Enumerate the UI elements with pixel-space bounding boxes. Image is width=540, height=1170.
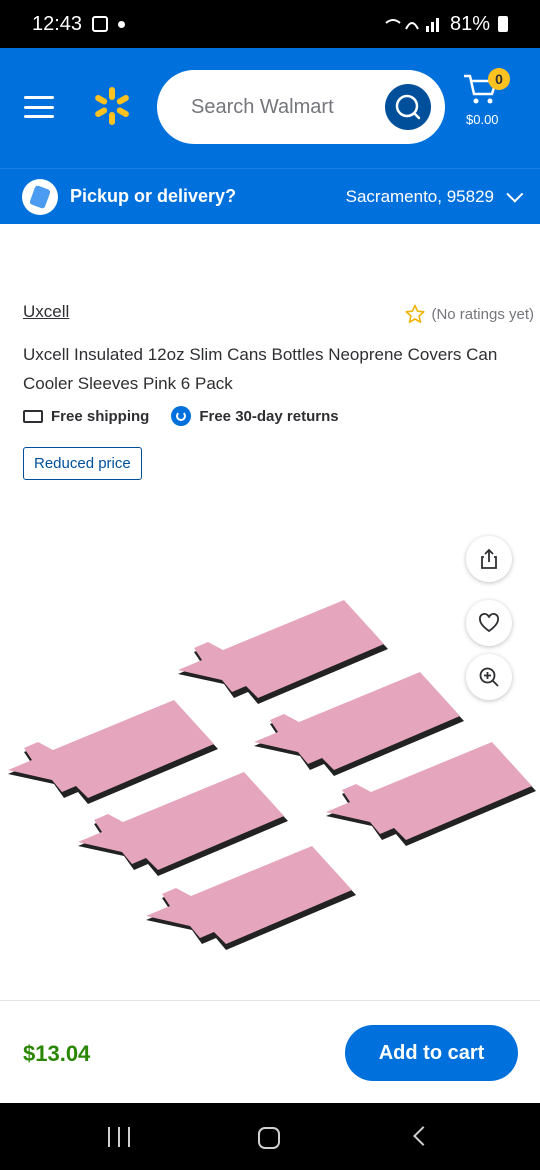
back-icon[interactable] [413,1126,433,1146]
battery-icon [498,16,508,32]
benefits-row: Free shipping Free 30-day returns [23,406,361,426]
search-icon [395,94,421,120]
wifi-signal-icon [385,18,439,32]
cart-button[interactable]: 0 $0.00 [462,68,522,132]
location-text: Sacramento, 95829 [345,186,494,206]
status-bar: 12:43 81% [0,0,540,48]
free-returns[interactable]: Free 30-day returns [171,406,339,426]
search-button[interactable] [385,84,431,130]
app-header: Search Walmart 0 $0.00 [0,48,540,168]
notification-dot-icon [118,20,126,28]
reduced-price-badge: Reduced price [23,447,142,480]
pickup-delivery-bar[interactable]: Pickup or delivery? Sacramento, 95829 [0,168,540,224]
spark-logo-icon[interactable] [92,86,132,126]
rating-text: (No ratings yet) [431,305,534,323]
product-image[interactable] [0,560,540,960]
free-shipping: Free shipping [23,408,149,425]
system-nav-bar [0,1103,540,1170]
search-input[interactable]: Search Walmart [157,70,445,144]
brand-link[interactable]: Uxcell [23,302,69,322]
search-placeholder: Search Walmart [191,96,334,118]
purchase-bar: $13.04 Add to cart [0,1000,540,1103]
cart-count-badge: 0 [488,68,510,90]
rating[interactable]: (No ratings yet) [405,304,534,324]
returns-text: Free 30-day returns [199,407,339,425]
truck-icon [23,409,43,423]
home-icon[interactable] [258,1127,280,1149]
pickup-label: Pickup or delivery? [70,186,237,206]
battery-percent: 81% [449,12,490,35]
price: $13.04 [23,1041,91,1066]
product-title: Uxcell Insulated 12oz Slim Cans Bottles … [23,345,498,393]
chevron-down-icon [506,185,524,203]
shipping-text: Free shipping [51,407,150,425]
recent-apps-icon[interactable] [108,1127,130,1147]
star-icon [405,304,426,324]
status-time: 12:43 [32,12,83,35]
cart-total: $0.00 [466,112,499,127]
return-icon [171,406,192,426]
menu-icon[interactable] [24,96,54,118]
gallery-notification-icon [92,16,109,32]
add-to-cart-button[interactable]: Add to cart [345,1025,518,1081]
pickup-icon [22,178,58,215]
